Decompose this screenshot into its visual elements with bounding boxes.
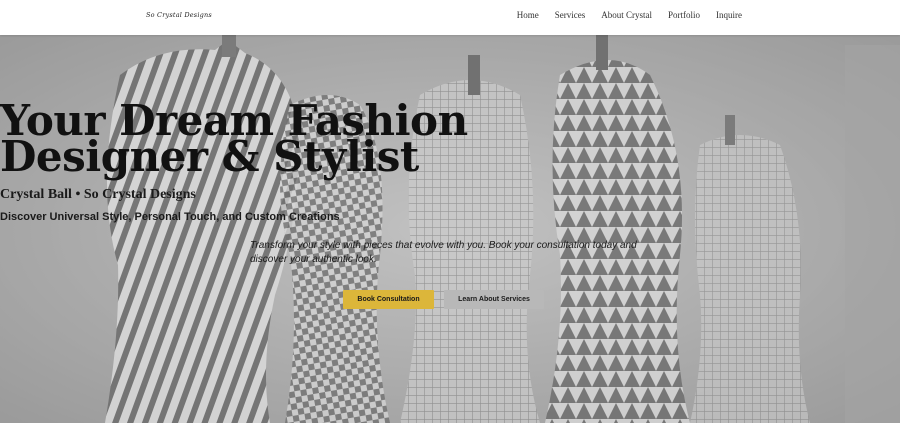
book-consultation-button[interactable]: Book Consultation bbox=[343, 290, 434, 309]
nav-item-inquire[interactable]: Inquire bbox=[716, 10, 742, 20]
learn-about-services-button[interactable]: Learn About Services bbox=[444, 290, 544, 309]
hero-overlay bbox=[0, 35, 900, 423]
nav-item-home[interactable]: Home bbox=[517, 10, 539, 20]
site-logo[interactable]: So Crystal Designs bbox=[146, 11, 212, 19]
nav-item-portfolio[interactable]: Portfolio bbox=[668, 10, 700, 20]
nav-item-services[interactable]: Services bbox=[555, 10, 586, 20]
hero-tagline: Discover Universal Style, Personal Touch… bbox=[0, 211, 340, 223]
hero-subtitle: Crystal Ball • So Crystal Designs bbox=[0, 187, 196, 202]
hero-title: Your Dream Fashion Designer & Stylist bbox=[0, 100, 900, 178]
hero-description: Transform your style with pieces that ev… bbox=[250, 240, 637, 265]
hero-section: Your Dream Fashion Designer & Stylist Cr… bbox=[0, 35, 900, 423]
navigation-bar: So Crystal Designs Home Services About C… bbox=[0, 0, 900, 35]
nav-item-about-crystal[interactable]: About Crystal bbox=[601, 10, 652, 20]
nav-menu: Home Services About Crystal Portfolio In… bbox=[517, 10, 742, 20]
